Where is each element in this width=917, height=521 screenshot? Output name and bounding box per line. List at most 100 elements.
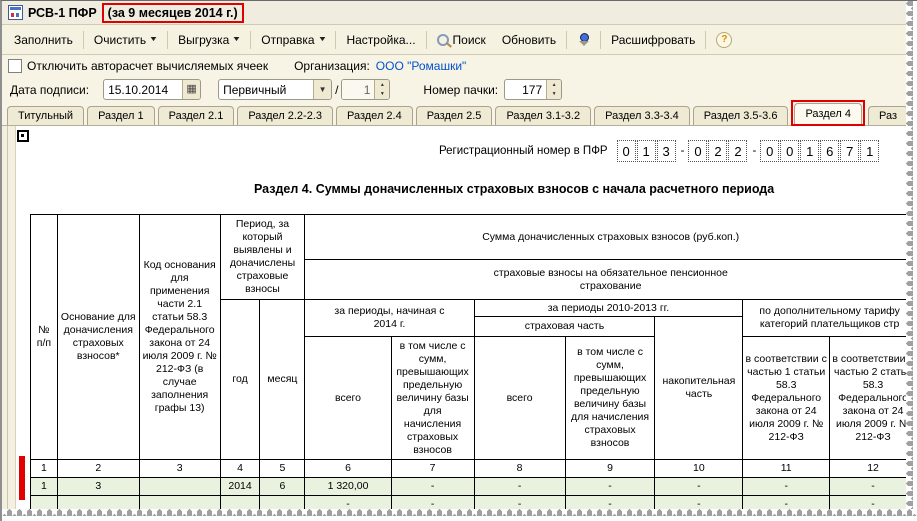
tab-раздел-3.5-3.6[interactable]: Раздел 3.5-3.6 xyxy=(692,106,789,125)
spin-down-icon[interactable]: ▼ xyxy=(547,90,561,100)
decipher-button[interactable]: Расшифровать xyxy=(603,29,703,51)
help-icon: ? xyxy=(716,31,733,48)
reg-digit-cell: 6 xyxy=(820,140,840,162)
column-number: 7 xyxy=(390,459,475,478)
data-cell[interactable]: 1 xyxy=(30,477,58,496)
reg-digit-cell: 3 xyxy=(656,140,676,162)
column-number: 3 xyxy=(138,459,221,478)
revision-value: 1 xyxy=(342,80,375,99)
autocalc-label: Отключить авторасчет вычисляемых ячеек xyxy=(27,59,269,73)
data-cell[interactable]: 6 xyxy=(259,477,306,496)
spin-up-icon[interactable]: ▲ xyxy=(375,80,389,90)
header-period: Период, за который выявлены и доначислен… xyxy=(219,214,306,300)
grid-marker-icon xyxy=(17,130,29,142)
revision-spinner[interactable]: 1 ▲ ▼ xyxy=(341,79,391,100)
organization-label: Организация: xyxy=(294,59,370,73)
signature-date-label: Дата подписи: xyxy=(10,82,90,97)
reg-number-cells: 013-022-001671 xyxy=(616,140,881,162)
header-total-2010: всего xyxy=(473,336,566,460)
reg-digit-cell: 7 xyxy=(840,140,860,162)
toolbar-separator xyxy=(82,30,84,49)
search-button[interactable]: Поиск xyxy=(429,29,494,51)
data-cell[interactable]: 3 xyxy=(56,477,140,496)
data-cell[interactable]: - xyxy=(564,477,656,496)
chevron-down-icon[interactable]: ▼ xyxy=(313,80,332,99)
tab-раздел-2.1[interactable]: Раздел 2.1 xyxy=(157,106,235,125)
report-kind-select[interactable]: Первичный ▼ xyxy=(218,79,333,100)
reg-digit-cell: 2 xyxy=(728,140,748,162)
search-icon xyxy=(436,33,449,46)
pack-number-spinner[interactable]: 177 ▲ ▼ xyxy=(504,79,563,100)
header-part2: в соответствии с частью 2 статьи 58.3 Фе… xyxy=(829,336,917,460)
header-insurance-part: страховая часть xyxy=(473,316,656,337)
tab-strip: Титульный Раздел 1 Раздел 2.1 Раздел 2.2-2.… xyxy=(2,100,917,126)
tab-титульный[interactable]: Титульный xyxy=(7,106,85,125)
settings-button[interactable]: Настройка... xyxy=(338,29,423,51)
column-number: 5 xyxy=(259,459,306,478)
chevron-down-icon: ▼ xyxy=(317,36,327,43)
form-left-gutter xyxy=(2,126,16,521)
registration-row: Регистрационный номер в ПФР 013-022-0016… xyxy=(439,140,880,162)
slash-separator: / xyxy=(335,82,339,97)
data-cell[interactable]: - xyxy=(742,477,831,496)
row-red-marker xyxy=(19,456,25,500)
autocalc-checkbox[interactable] xyxy=(8,59,22,73)
data-cell[interactable]: - xyxy=(654,477,744,496)
tab-раздел-2.5[interactable]: Раздел 2.5 xyxy=(415,106,493,125)
data-cell[interactable] xyxy=(138,477,221,496)
tab-раздел-2.4[interactable]: Раздел 2.4 xyxy=(336,106,413,125)
toolbar: Заполнить Очистить ▼ Выгрузка ▼ Отправка ▼ … xyxy=(2,25,917,55)
unload-button[interactable]: Выгрузка ▼ xyxy=(170,29,248,51)
tab-раздел-3.1-3.2[interactable]: Раздел 3.1-3.2 xyxy=(495,106,592,125)
pack-number-label: Номер пачки: xyxy=(423,82,499,97)
toolbar-separator xyxy=(705,30,707,49)
send-button[interactable]: Отправка ▼ xyxy=(253,29,333,51)
window-titlebar: РСВ-1 ПФР (за 9 месяцев 2014 г.) xyxy=(2,1,917,25)
header-part1: в соответствии с частью 1 статьи 58.3 Фе… xyxy=(742,336,831,460)
toolbar-separator xyxy=(600,30,602,49)
reg-dash: - xyxy=(680,145,685,157)
pack-number-value[interactable]: 177 xyxy=(505,80,546,99)
header-basis: Основание для доначисления страховых взн… xyxy=(56,214,140,460)
window-title: РСВ-1 ПФР xyxy=(28,5,97,20)
reg-digit-cell: 1 xyxy=(800,140,820,162)
refresh-button[interactable]: Обновить xyxy=(494,29,564,51)
scroll-down-button[interactable] xyxy=(569,29,598,51)
spin-up-icon[interactable]: ▲ xyxy=(547,80,561,90)
spinner-arrows[interactable]: ▲ ▼ xyxy=(546,80,562,100)
scroll-down-icon xyxy=(577,32,590,47)
spinner-arrows[interactable]: ▲ ▼ xyxy=(374,80,390,100)
tab-раздел-2.2-2.3[interactable]: Раздел 2.2-2.3 xyxy=(237,106,333,125)
signature-date-field[interactable]: 15.10.2014 ▦ xyxy=(103,79,202,100)
fill-button[interactable]: Заполнить xyxy=(6,29,81,51)
data-cell[interactable]: 1 320,00 xyxy=(304,477,392,496)
organization-link[interactable]: ООО "Ромашки" xyxy=(376,59,467,73)
period-text: (за 9 месяцев 2014 г.) xyxy=(107,5,238,20)
data-cell[interactable]: 2014 xyxy=(219,477,261,496)
tab-раздел-1[interactable]: Раздел 1 xyxy=(87,106,155,125)
data-cell[interactable]: - xyxy=(473,477,566,496)
tab-раздел-4[interactable]: Раздел 4 xyxy=(794,103,862,124)
data-cell[interactable]: - xyxy=(390,477,475,496)
calendar-button[interactable]: ▦ xyxy=(182,80,201,99)
header-pension: страховые взносы на обязательное пенсион… xyxy=(304,259,917,300)
column-number: 6 xyxy=(304,459,392,478)
tab-раздел-3.3-3.4[interactable]: Раздел 3.3-3.4 xyxy=(594,106,690,125)
clear-button[interactable]: Очистить ▼ xyxy=(86,29,165,51)
header-savings-part: накопительная часть xyxy=(654,316,744,460)
data-cell[interactable]: - xyxy=(829,477,917,496)
section4-table: № п/п Основание для доначисления страхов… xyxy=(30,214,917,521)
torn-edge-bottom xyxy=(2,509,917,521)
chevron-down-icon: ▼ xyxy=(148,36,159,43)
spin-down-icon[interactable]: ▼ xyxy=(375,90,389,100)
active-tab-red-highlight: Раздел 4 xyxy=(791,100,865,126)
tab-раз[interactable]: Раз xyxy=(867,106,908,125)
help-button[interactable]: ? xyxy=(708,28,740,52)
options-row: Отключить авторасчет вычисляемых ячеек О… xyxy=(2,55,917,77)
report-kind-value: Первичный xyxy=(223,82,287,97)
signature-date-value[interactable]: 15.10.2014 xyxy=(104,80,182,99)
report-icon xyxy=(8,5,23,20)
toolbar-separator xyxy=(335,30,337,49)
report-window: РСВ-1 ПФР (за 9 месяцев 2014 г.) Заполни… xyxy=(0,0,917,521)
column-number: 9 xyxy=(564,459,656,478)
